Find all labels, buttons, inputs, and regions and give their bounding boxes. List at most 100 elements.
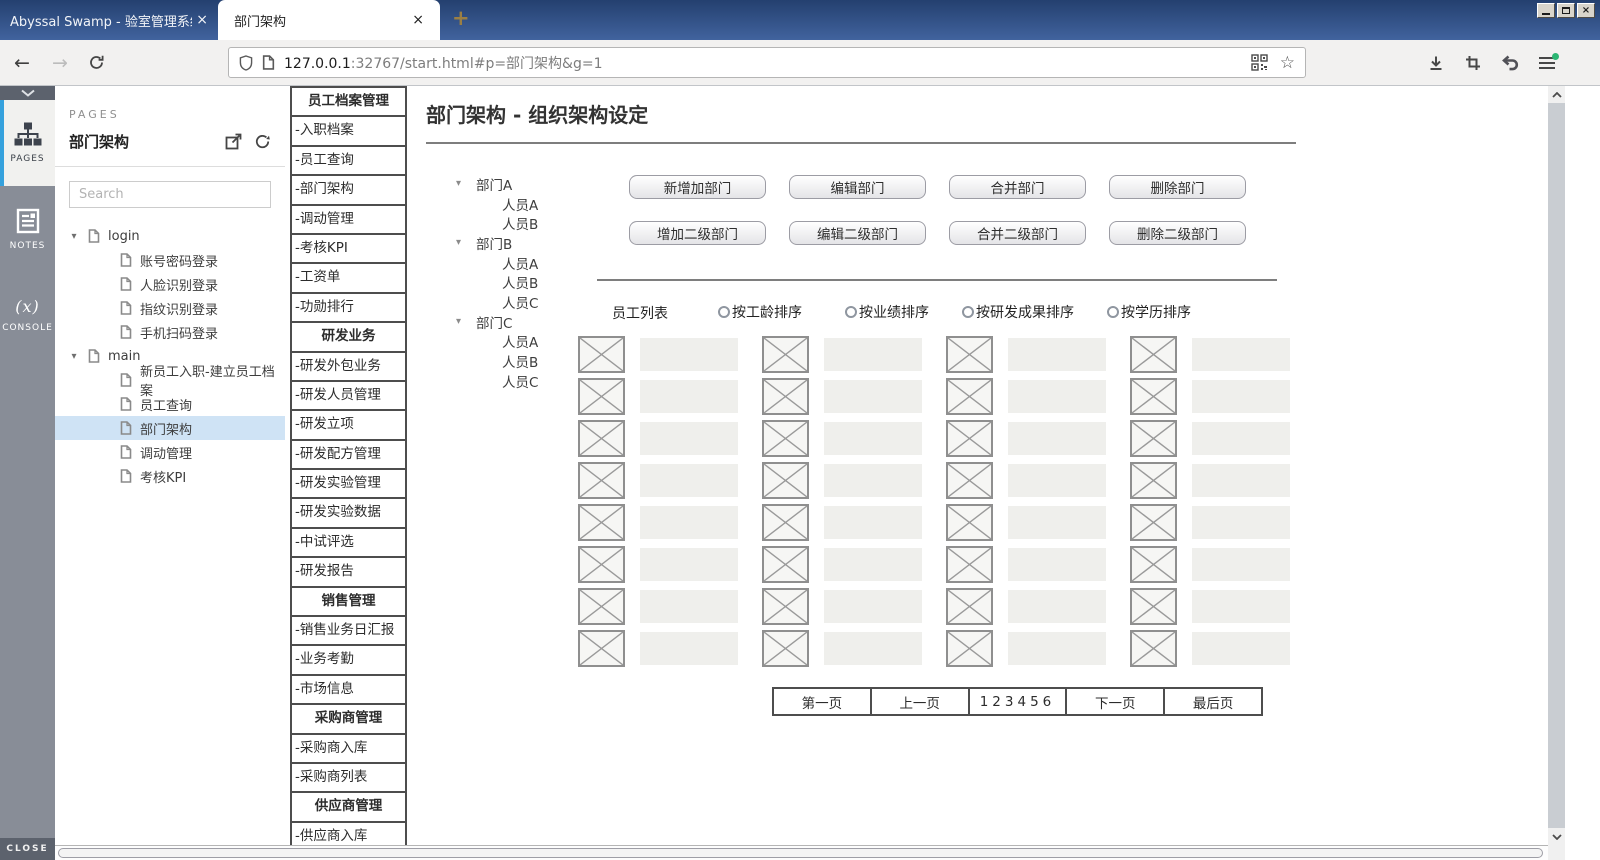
member-node[interactable]: 人员C (456, 371, 538, 391)
wireframe-button-删除二级部门[interactable]: 删除二级部门 (1109, 221, 1246, 245)
caret-down-icon[interactable]: ▾ (456, 237, 467, 248)
menu-item[interactable]: -采购商入库 (292, 735, 405, 764)
image-placeholder[interactable] (578, 630, 625, 667)
image-placeholder[interactable] (762, 504, 809, 541)
image-placeholder[interactable] (1130, 546, 1177, 583)
reload-button[interactable] (88, 40, 105, 85)
image-placeholder[interactable] (762, 630, 809, 667)
horizontal-scrollbar[interactable] (55, 845, 1548, 860)
tab-close-icon[interactable]: × (408, 12, 428, 28)
menu-item[interactable]: -研发实验管理 (292, 470, 405, 499)
member-node[interactable]: 人员A (456, 253, 538, 273)
sort-option-按业绩排序[interactable]: 按业绩排序 (845, 302, 929, 322)
menu-item[interactable]: -部门架构 (292, 176, 405, 205)
sidebar-close-button[interactable]: CLOSE (0, 838, 55, 860)
image-placeholder[interactable] (578, 546, 625, 583)
tree-page-item[interactable]: 指纹识别登录 (55, 296, 285, 320)
image-placeholder[interactable] (762, 588, 809, 625)
dept-node-部门C[interactable]: ▾部门C (456, 312, 538, 332)
sort-option-按学历排序[interactable]: 按学历排序 (1107, 302, 1191, 322)
sidebar-item-notes[interactable]: NOTES (0, 186, 55, 272)
menu-item[interactable]: -销售业务日汇报 (292, 617, 405, 646)
tree-node-login[interactable]: ▾login (55, 224, 285, 248)
menu-item[interactable]: -研发人员管理 (292, 382, 405, 411)
menu-item[interactable]: -工资单 (292, 264, 405, 293)
wireframe-button-编辑部门[interactable]: 编辑部门 (789, 175, 926, 199)
pagination-最后页[interactable]: 最后页 (1163, 689, 1261, 714)
dept-node-部门A[interactable]: ▾部门A (456, 174, 538, 194)
image-placeholder[interactable] (1130, 630, 1177, 667)
pagination-第一页[interactable]: 第一页 (774, 689, 870, 714)
dept-node-部门B[interactable]: ▾部门B (456, 233, 538, 253)
image-placeholder[interactable] (1130, 504, 1177, 541)
image-placeholder[interactable] (1130, 336, 1177, 373)
tree-page-item[interactable]: 考核KPI (55, 464, 285, 488)
image-placeholder[interactable] (1130, 588, 1177, 625)
menu-item[interactable]: -研发外包业务 (292, 353, 405, 382)
refresh-page-icon[interactable] (254, 133, 271, 150)
sidebar-item-pages[interactable]: PAGES (0, 100, 55, 186)
member-node[interactable]: 人员B (456, 351, 538, 371)
image-placeholder[interactable] (946, 588, 993, 625)
menu-item[interactable]: -研发立项 (292, 411, 405, 440)
radio-button[interactable] (962, 306, 974, 318)
member-node[interactable]: 人员A (456, 194, 538, 214)
image-placeholder[interactable] (762, 336, 809, 373)
image-placeholder[interactable] (946, 378, 993, 415)
menu-item[interactable]: -采购商列表 (292, 764, 405, 793)
image-placeholder[interactable] (578, 588, 625, 625)
menu-item[interactable]: -考核KPI (292, 235, 405, 264)
image-placeholder[interactable] (946, 462, 993, 499)
search-input[interactable] (69, 181, 271, 208)
wireframe-button-增加二级部门[interactable]: 增加二级部门 (629, 221, 766, 245)
window-minimize-button[interactable] (1537, 3, 1555, 18)
menu-item[interactable]: -员工查询 (292, 147, 405, 176)
tab-department-structure[interactable]: 部门架构 × (218, 0, 440, 40)
sort-option-按工龄排序[interactable]: 按工龄排序 (718, 302, 802, 322)
bookmark-star-icon[interactable]: ☆ (1280, 53, 1295, 73)
window-restore-button[interactable] (1557, 3, 1575, 18)
radio-button[interactable] (845, 306, 857, 318)
menu-item[interactable]: -调动管理 (292, 206, 405, 235)
url-text[interactable]: 127.0.0.1:32767/start.html#p=部门架构&g=1 (284, 53, 1242, 73)
image-placeholder[interactable] (1130, 378, 1177, 415)
undo-icon[interactable] (1498, 54, 1522, 71)
image-placeholder[interactable] (578, 378, 625, 415)
member-node[interactable]: 人员C (456, 292, 538, 312)
collapse-chevron-button[interactable] (0, 86, 55, 100)
wireframe-button-删除部门[interactable]: 删除部门 (1109, 175, 1246, 199)
menu-item[interactable]: -研发报告 (292, 558, 405, 587)
image-placeholder[interactable] (1130, 462, 1177, 499)
image-placeholder[interactable] (762, 420, 809, 457)
url-bar[interactable]: 127.0.0.1:32767/start.html#p=部门架构&g=1 ☆ (228, 47, 1306, 78)
image-placeholder[interactable] (578, 336, 625, 373)
wireframe-button-合并部门[interactable]: 合并部门 (949, 175, 1086, 199)
tab-close-icon[interactable]: × (192, 12, 212, 28)
tree-page-item[interactable]: 调动管理 (55, 440, 285, 464)
member-node[interactable]: 人员B (456, 272, 538, 292)
menu-item[interactable]: -研发实验数据 (292, 499, 405, 528)
image-placeholder[interactable] (578, 420, 625, 457)
vertical-scrollbar[interactable] (1548, 86, 1565, 845)
menu-item[interactable]: -供应商入库 (292, 823, 405, 845)
image-placeholder[interactable] (578, 504, 625, 541)
download-icon[interactable] (1424, 54, 1448, 72)
pagination-上一页[interactable]: 上一页 (870, 689, 968, 714)
tree-page-item[interactable]: 人脸识别登录 (55, 272, 285, 296)
tab-lims[interactable]: Abyssal Swamp - 验室管理系统.LIMS × (0, 0, 218, 40)
wireframe-button-新增加部门[interactable]: 新增加部门 (629, 175, 766, 199)
sidebar-item-console[interactable]: (x) CONSOLE (0, 272, 55, 358)
caret-down-icon[interactable]: ▾ (68, 231, 80, 242)
image-placeholder[interactable] (946, 504, 993, 541)
menu-item[interactable]: -入职档案 (292, 117, 405, 146)
window-close-button[interactable]: × (1577, 3, 1595, 18)
new-tab-button[interactable]: + (452, 6, 470, 30)
sort-option-按研发成果排序[interactable]: 按研发成果排序 (962, 302, 1074, 322)
screenshot-crop-icon[interactable] (1461, 54, 1485, 72)
menu-item[interactable]: -业务考勤 (292, 646, 405, 675)
image-placeholder[interactable] (762, 462, 809, 499)
caret-down-icon[interactable]: ▾ (68, 351, 80, 362)
scroll-up-arrow[interactable] (1548, 86, 1565, 103)
image-placeholder[interactable] (762, 378, 809, 415)
member-node[interactable]: 人员A (456, 332, 538, 352)
